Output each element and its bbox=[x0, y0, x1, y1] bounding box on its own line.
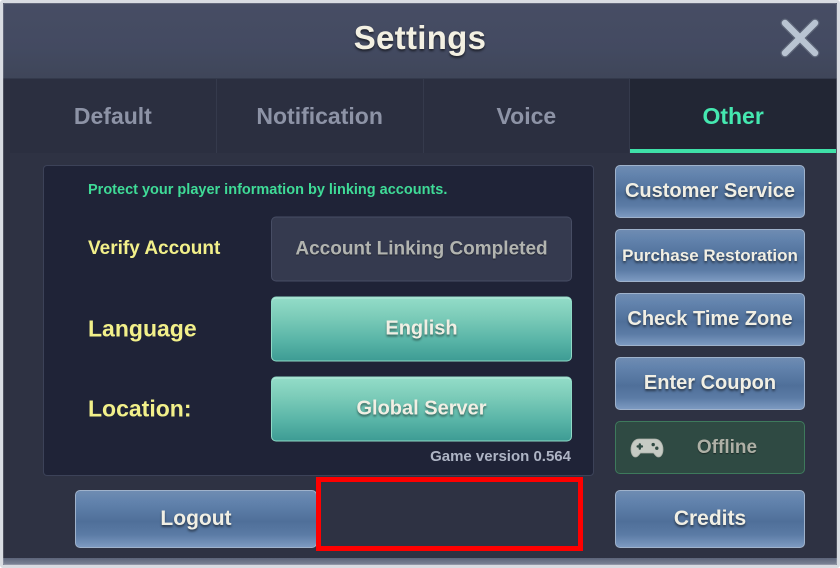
language-value: English bbox=[385, 317, 458, 340]
customer-service-button[interactable]: Customer Service bbox=[615, 165, 805, 218]
dialog-body: Protect your player information by linki… bbox=[10, 153, 836, 564]
side-button-column: Customer Service Purchase Restoration Ch… bbox=[615, 165, 805, 474]
logout-button[interactable]: Logout bbox=[75, 490, 317, 548]
button-label: Purchase Restoration bbox=[622, 245, 798, 265]
row-verify-account: Verify Account Account Linking Completed bbox=[44, 214, 593, 284]
language-select-button[interactable]: English bbox=[271, 296, 572, 362]
tab-other[interactable]: Other bbox=[630, 79, 836, 153]
location-label: Location: bbox=[88, 395, 192, 422]
credits-button[interactable]: Credits bbox=[615, 490, 805, 548]
game-version-text: Game version 0.564 bbox=[430, 448, 571, 465]
location-select-button[interactable]: Global Server bbox=[271, 376, 572, 442]
settings-dialog: Settings Default Notification Voice Othe… bbox=[0, 0, 840, 568]
title-bar: Settings bbox=[3, 3, 837, 79]
bottom-strip bbox=[3, 558, 837, 565]
tab-voice[interactable]: Voice bbox=[423, 79, 631, 153]
tab-label: Other bbox=[702, 102, 764, 129]
button-label: Logout bbox=[160, 507, 232, 530]
offline-status-label: Offline bbox=[696, 436, 758, 458]
verify-account-status-text: Account Linking Completed bbox=[295, 238, 548, 259]
verify-account-label: Verify Account bbox=[88, 238, 221, 259]
tab-label: Voice bbox=[496, 102, 557, 129]
verify-account-status: Account Linking Completed bbox=[271, 216, 572, 282]
tab-notification[interactable]: Notification bbox=[216, 79, 424, 153]
check-time-zone-button[interactable]: Check Time Zone bbox=[615, 293, 805, 346]
language-label: Language bbox=[88, 315, 197, 342]
offline-status-button[interactable]: Offline bbox=[615, 421, 805, 474]
location-value: Global Server bbox=[356, 397, 487, 420]
enter-coupon-button[interactable]: Enter Coupon bbox=[615, 357, 805, 410]
tab-label: Notification bbox=[256, 102, 383, 129]
button-label: Enter Coupon bbox=[643, 372, 777, 394]
panel-notice-text: Protect your player information by linki… bbox=[88, 182, 448, 198]
close-icon[interactable] bbox=[777, 15, 823, 61]
page-title: Settings bbox=[353, 19, 487, 56]
row-language: Language English bbox=[44, 294, 593, 364]
button-label: Customer Service bbox=[624, 180, 796, 202]
tab-label: Default bbox=[73, 102, 152, 129]
tab-default[interactable]: Default bbox=[10, 79, 217, 153]
purchase-restoration-button[interactable]: Purchase Restoration bbox=[615, 229, 805, 282]
tab-bar: Default Notification Voice Other bbox=[10, 79, 836, 153]
button-label: Credits bbox=[673, 507, 747, 530]
button-label: Check Time Zone bbox=[627, 308, 793, 330]
row-location: Location: Global Server bbox=[44, 374, 593, 444]
account-panel: Protect your player information by linki… bbox=[43, 165, 594, 476]
